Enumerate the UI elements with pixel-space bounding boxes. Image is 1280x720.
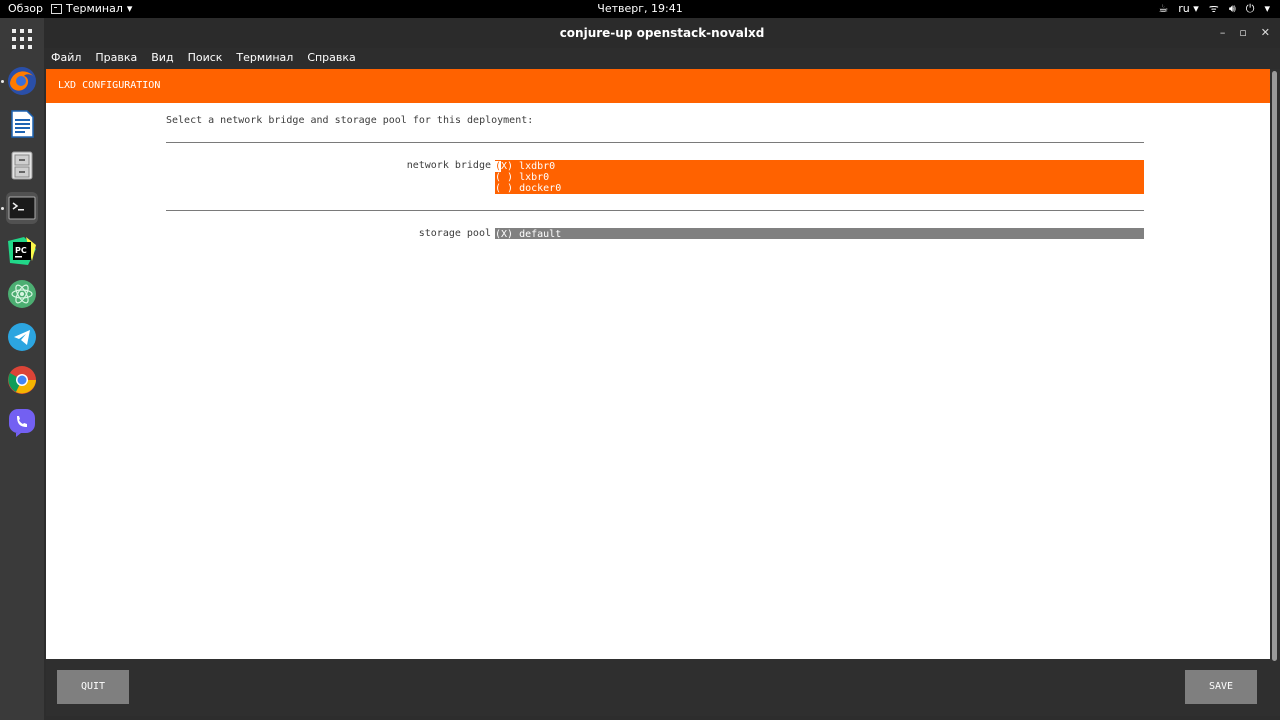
scrollbar[interactable]	[1270, 69, 1280, 716]
screen-header: LXD CONFIGURATION	[46, 69, 1270, 103]
radio-option-default[interactable]: (X) default	[495, 229, 1144, 240]
app-menu-label: Терминал	[66, 2, 123, 15]
chrome-icon[interactable]	[6, 364, 38, 396]
file-cabinet-icon[interactable]	[6, 149, 38, 181]
radio-option-lxdbr0[interactable]: (X) lxdbr0	[495, 161, 1144, 172]
window-title: conjure-up openstack-novalxd	[559, 26, 765, 40]
power-icon[interactable]: ⏻	[1246, 0, 1255, 18]
terminal-small-icon	[51, 4, 62, 14]
menu-help[interactable]: Справка	[307, 48, 355, 68]
button-bar: QUIT SAVE	[46, 659, 1270, 716]
activities-button[interactable]: Обзор	[8, 0, 43, 18]
viber-icon[interactable]	[6, 406, 38, 438]
menu-view[interactable]: Вид	[151, 48, 173, 68]
network-bridge-label: network bridge	[406, 160, 491, 171]
running-indicator	[1, 80, 4, 83]
libreoffice-writer-icon[interactable]	[6, 108, 38, 140]
menu-search[interactable]: Поиск	[188, 48, 223, 68]
menu-file[interactable]: Файл	[51, 48, 81, 68]
minimize-icon[interactable]: –	[1220, 18, 1226, 48]
save-button[interactable]: SAVE	[1185, 670, 1257, 704]
language-label: ru	[1178, 2, 1190, 15]
top-bar: Обзор Терминал ▾ Четверг, 19:41 ☕ ru ▾ ᯤ…	[0, 0, 1280, 18]
volume-icon[interactable]: 🔊︎	[1229, 0, 1236, 18]
maximize-icon[interactable]: ▫	[1239, 18, 1246, 48]
window-titlebar[interactable]: conjure-up openstack-novalxd – ▫ ✕	[44, 18, 1280, 48]
system-tray: ☕ ru ▾ ᯤ 🔊︎ ⏻ ▾	[1158, 0, 1270, 18]
storage-pool-label: storage pool	[418, 228, 491, 239]
clock[interactable]: Четверг, 19:41	[0, 0, 1280, 18]
radio-option-lxdbr0-text: X) lxdbr0	[501, 161, 556, 172]
menu-bar: Файл Правка Вид Поиск Терминал Справка	[44, 48, 1280, 68]
language-indicator[interactable]: ru ▾	[1178, 0, 1199, 18]
dock: PC	[0, 18, 44, 720]
chevron-down-icon[interactable]: ▾	[1264, 0, 1270, 18]
terminal-icon[interactable]	[6, 192, 38, 224]
network-bridge-options[interactable]: (X) lxdbr0 ( ) lxbr0 ( ) docker0	[495, 160, 1144, 194]
scrollbar-thumb[interactable]	[1272, 71, 1277, 661]
radio-option-lxbr0[interactable]: ( ) lxbr0	[495, 172, 1144, 183]
instruction-text: Select a network bridge and storage pool…	[166, 115, 534, 126]
svg-text:PC: PC	[15, 246, 27, 255]
divider	[166, 210, 1144, 211]
wifi-icon[interactable]: ᯤ	[1209, 0, 1219, 18]
menu-edit[interactable]: Правка	[95, 48, 137, 68]
pycharm-icon[interactable]: PC	[6, 235, 38, 267]
firefox-icon[interactable]	[6, 65, 38, 97]
terminal-screen[interactable]: LXD CONFIGURATION Select a network bridg…	[46, 69, 1270, 716]
storage-pool-options[interactable]: (X) default	[495, 228, 1144, 240]
chevron-down-icon: ▾	[126, 2, 133, 15]
divider	[166, 142, 1144, 143]
coffee-cup-icon[interactable]: ☕	[1158, 0, 1168, 18]
close-icon[interactable]: ✕	[1261, 18, 1270, 48]
atom-icon[interactable]	[6, 278, 38, 310]
terminal-window: conjure-up openstack-novalxd – ▫ ✕ Файл …	[44, 18, 1280, 720]
running-indicator	[1, 207, 4, 210]
radio-option-docker0[interactable]: ( ) docker0	[495, 183, 1144, 194]
menu-terminal[interactable]: Терминал	[236, 48, 293, 68]
telegram-icon[interactable]	[6, 321, 38, 353]
show-applications-icon[interactable]	[12, 29, 32, 49]
quit-button[interactable]: QUIT	[57, 670, 129, 704]
app-menu[interactable]: Терминал ▾	[51, 0, 132, 18]
